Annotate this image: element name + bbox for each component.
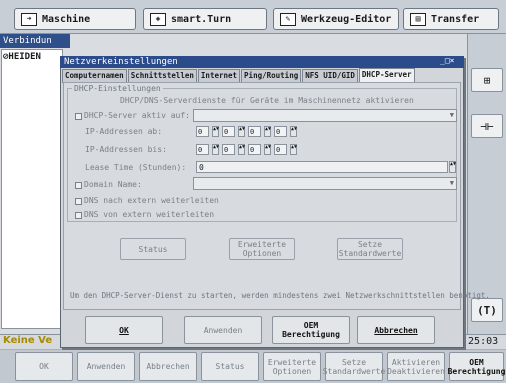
ip-octet[interactable]: 0 xyxy=(248,144,261,155)
tab-ping-routing[interactable]: Ping/Routing xyxy=(241,69,302,83)
ip-octet[interactable]: 0 xyxy=(248,126,261,137)
tab-transfer[interactable]: ▤ Transfer xyxy=(403,8,499,30)
tab-computernamen[interactable]: Computernamen xyxy=(62,69,127,83)
dns-to-external-label: DNS nach extern weiterleiten xyxy=(84,196,219,205)
set-defaults-button[interactable]: Setze Standardwerte xyxy=(337,238,403,260)
connection-list-item[interactable]: ⊘HEIDEN xyxy=(3,52,41,62)
network-icon-button[interactable]: ⊞ xyxy=(471,68,503,92)
ip-octet[interactable]: 0 xyxy=(196,126,209,137)
ip-octet[interactable]: 0 xyxy=(196,144,209,155)
cancel-label: Abbrechen xyxy=(374,325,418,335)
lease-time-input[interactable]: 0 xyxy=(196,161,448,173)
status-button[interactable]: Status xyxy=(120,238,186,260)
ip-from-input[interactable]: 0 ▲▼ 0 ▲▼ 0 ▲▼ 0 ▲▼ xyxy=(196,126,297,137)
connector-icon: ⊣⊢ xyxy=(480,119,494,133)
arrow-right-icon: ➜ xyxy=(21,12,37,26)
dhcp-hint-text: Um den DHCP-Server-Dienst zu starten, we… xyxy=(70,291,490,300)
oem-permission-button[interactable]: OEM Berechtigung xyxy=(272,316,350,344)
lease-spinner-icon[interactable]: ▲▼ xyxy=(449,161,456,173)
softkey-anwenden[interactable]: Anwenden xyxy=(77,352,135,381)
tab-werkzeug-editor[interactable]: ✎ Werkzeug-Editor xyxy=(273,8,399,30)
spinner-icon[interactable]: ▲▼ xyxy=(238,126,245,137)
ip-to-label: IP-Addressen bis: xyxy=(85,145,167,154)
dialog-tabs: Computernamen Schnittstellen Internet Pi… xyxy=(62,68,416,84)
close-icon[interactable]: × xyxy=(450,56,455,65)
background-window-title: Verbindun xyxy=(0,34,70,48)
dns-from-external-checkbox[interactable] xyxy=(75,212,82,219)
apply-button[interactable]: Anwenden xyxy=(184,316,262,344)
spinner-icon[interactable]: ▲▼ xyxy=(238,144,245,155)
dhcp-interface-select[interactable]: ▼ xyxy=(193,109,457,122)
ip-from-label: IP-Addressen ab: xyxy=(85,127,163,136)
softkey-oem-berechtigung[interactable]: OEM Berechtigung xyxy=(448,352,505,381)
ok-label: OK xyxy=(119,325,129,335)
window-controls[interactable]: _□× xyxy=(440,56,454,65)
spinner-icon[interactable]: ▲▼ xyxy=(290,144,297,155)
softkey-ok[interactable]: OK xyxy=(15,352,73,381)
group-title: DHCP-Einstellungen xyxy=(72,84,163,93)
tab-smart-turn[interactable]: ◈ smart.Turn xyxy=(143,8,267,30)
tab-schnittstellen[interactable]: Schnittstellen xyxy=(127,69,197,83)
spinner-icon[interactable]: ▲▼ xyxy=(212,126,219,137)
group-heading: DHCP/DNS-Serverdienste für Geräte im Mas… xyxy=(120,96,414,105)
ip-octet[interactable]: 0 xyxy=(274,144,287,155)
dialog-title: Netzverkeinstellungen xyxy=(60,56,464,68)
status-message: Keine Ve xyxy=(3,335,53,346)
domain-label: Domain Name: xyxy=(84,180,142,189)
softkey-status[interactable]: Status xyxy=(201,352,259,381)
ip-to-input[interactable]: 0 ▲▼ 0 ▲▼ 0 ▲▼ 0 ▲▼ xyxy=(196,144,297,155)
dns-to-external-checkbox[interactable] xyxy=(75,198,82,205)
softkey-abbrechen[interactable]: Abbrechen xyxy=(139,352,197,381)
dhcp-active-label: DHCP-Server aktiv auf: xyxy=(84,111,190,120)
ip-octet[interactable]: 0 xyxy=(222,126,235,137)
chevron-down-icon: ▼ xyxy=(449,179,454,187)
tool-icon-button[interactable]: (T) xyxy=(471,298,503,322)
spinner-icon[interactable]: ▲▼ xyxy=(264,126,271,137)
advanced-options-button[interactable]: Erweiterte Optionen xyxy=(229,238,295,260)
network-icon: ⊞ xyxy=(483,73,491,87)
lease-time-label: Lease Time (Stunden): xyxy=(85,163,187,172)
ip-octet[interactable]: 0 xyxy=(222,144,235,155)
domain-select[interactable]: ▼ xyxy=(193,177,457,190)
connector-icon-button[interactable]: ⊣⊢ xyxy=(471,114,503,138)
ok-button[interactable]: OK xyxy=(85,316,163,344)
chevron-down-icon: ▼ xyxy=(449,111,454,119)
tab-nfs-uid-gid[interactable]: NFS UID/GID xyxy=(302,69,358,83)
tool-icon: (T) xyxy=(477,303,497,317)
disk-icon: ▤ xyxy=(410,12,426,26)
pen-icon: ✎ xyxy=(280,12,296,26)
connection-list[interactable] xyxy=(1,49,63,329)
domain-checkbox[interactable] xyxy=(75,182,82,189)
tab-internet[interactable]: Internet xyxy=(197,69,241,83)
spinner-icon[interactable]: ▲▼ xyxy=(212,144,219,155)
spinner-icon[interactable]: ▲▼ xyxy=(264,144,271,155)
softkey-aktivieren[interactable]: Aktivieren Deaktivieren xyxy=(387,352,445,381)
softkey-standardwerte[interactable]: Setze Standardwerte xyxy=(323,352,385,381)
cancel-button[interactable]: Abbrechen xyxy=(357,316,435,344)
spinner-icon[interactable]: ▲▼ xyxy=(290,126,297,137)
ip-octet[interactable]: 0 xyxy=(274,126,287,137)
tab-maschine[interactable]: ➜ Maschine xyxy=(14,8,136,30)
softkey-erweiterte-optionen[interactable]: Erweiterte Optionen xyxy=(263,352,321,381)
dns-from-external-label: DNS von extern weiterleiten xyxy=(84,210,215,219)
dhcp-active-checkbox[interactable] xyxy=(75,113,82,120)
diamond-arrow-icon: ◈ xyxy=(150,12,166,26)
